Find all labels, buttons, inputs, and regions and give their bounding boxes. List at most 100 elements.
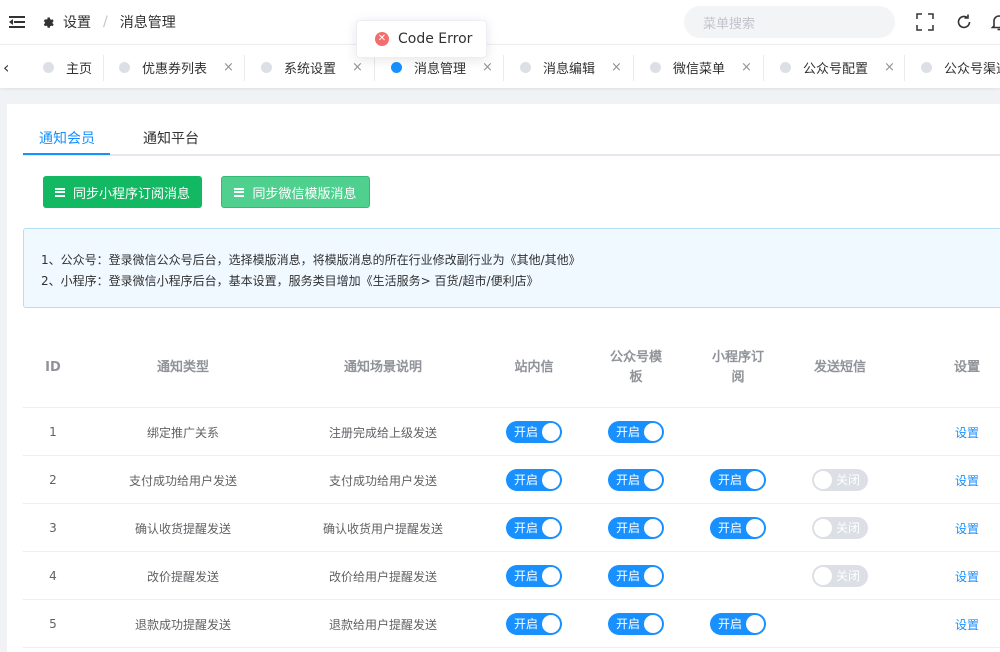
site-message-switch[interactable]: 开启 (506, 469, 562, 491)
mini-program-switch[interactable]: 开启 (710, 613, 766, 635)
cell-id: 5 (49, 617, 57, 631)
switch-knob (542, 471, 560, 489)
notification-table: ID 通知类型 通知场景说明 站内信 公众号模 板 小程序订 阅 发送短信 设置… (23, 328, 1000, 648)
setting-link[interactable]: 设置 (955, 520, 979, 537)
table-cell: 支付成功给用户发送 (283, 456, 483, 504)
tabs: 通知会员 通知平台 (23, 104, 1000, 156)
tag-dot-icon (780, 61, 791, 73)
close-icon[interactable]: × (223, 60, 234, 75)
tag-message-edit[interactable]: 消息编辑 × (520, 45, 622, 88)
table-body: 1 绑定推广关系 注册完成给上级发送 开启 开启 设置 2 支付成功给用户发送 支付成功给用户发… (23, 408, 1000, 648)
table-cell: 1 (23, 408, 83, 456)
close-icon[interactable]: × (741, 60, 752, 75)
sms-switch[interactable]: 关闭 (812, 517, 868, 539)
fullscreen-icon[interactable] (916, 13, 934, 31)
tag-label: 公众号配置 (803, 61, 869, 77)
site-message-switch[interactable]: 开启 (506, 565, 562, 587)
table-cell: 设置 (891, 408, 1000, 456)
table-cell: 开启 (483, 552, 585, 600)
official-account-switch[interactable]: 开启 (608, 613, 664, 635)
cell-id: 4 (49, 569, 57, 583)
tag-coupon-list[interactable]: 优惠券列表 × (119, 45, 234, 88)
official-account-switch[interactable]: 开启 (608, 421, 664, 443)
site-message-switch[interactable]: 开启 (506, 421, 562, 443)
table-cell: 关闭 (789, 552, 891, 600)
switch-label: 开启 (514, 521, 539, 535)
switch-knob (542, 519, 560, 537)
site-message-switch[interactable]: 开启 (506, 517, 562, 539)
tag-divider (763, 55, 764, 81)
table-cell: 改价给用户提醒发送 (283, 552, 483, 600)
list-icon (54, 187, 65, 197)
switch-knob (644, 471, 662, 489)
cell-type: 绑定推广关系 (146, 425, 219, 440)
cell-type: 支付成功给用户发送 (128, 473, 237, 488)
setting-link[interactable]: 设置 (955, 472, 979, 489)
menu-search-input[interactable]: 菜单搜索 (684, 6, 895, 38)
tag-wechat-menu[interactable]: 微信菜单 × (650, 45, 752, 88)
tag-label: 公众号渠道 (944, 61, 1000, 77)
switch-knob (746, 615, 764, 633)
close-icon[interactable]: × (482, 60, 493, 75)
table-cell: 开启 (483, 600, 585, 648)
close-icon[interactable]: × (884, 60, 895, 75)
site-message-switch[interactable]: 开启 (506, 613, 562, 635)
table-cell: 开启 (483, 408, 585, 456)
mini-program-switch[interactable]: 开启 (710, 469, 766, 491)
switch-knob (644, 615, 662, 633)
tab-notify-member[interactable]: 通知会员 (39, 128, 95, 148)
tag-dot-icon (43, 61, 54, 73)
official-account-switch[interactable]: 开启 (608, 469, 664, 491)
cell-type: 确认收货提醒发送 (134, 521, 231, 536)
tag-label: 系统设置 (284, 61, 337, 77)
sms-switch[interactable]: 关闭 (812, 469, 868, 491)
mini-program-switch[interactable]: 开启 (710, 517, 766, 539)
sync-mini-program-button[interactable]: 同步小程序订阅消息 (43, 176, 202, 208)
table-cell: 设置 (891, 600, 1000, 648)
switch-label: 开启 (718, 617, 743, 631)
header-mini-line1: 小程序订 (711, 350, 764, 365)
breadcrumb-settings[interactable]: 设置 (63, 12, 91, 32)
switch-label: 开启 (616, 569, 641, 583)
header-site-message: 站内信 (514, 360, 554, 375)
table-cell: 设置 (891, 456, 1000, 504)
tag-system-settings[interactable]: 系统设置 × (261, 45, 363, 88)
hamburger-menu-icon[interactable] (9, 15, 25, 29)
table-cell (789, 408, 891, 456)
switch-label: 开启 (514, 617, 539, 631)
table-row: 2 支付成功给用户发送 支付成功给用户发送 开启 开启 开启 关闭 设置 (23, 456, 1000, 504)
cell-desc: 支付成功给用户发送 (328, 473, 437, 488)
close-icon[interactable]: × (352, 60, 363, 75)
switch-label: 开启 (514, 425, 539, 439)
breadcrumb-separator: / (103, 14, 108, 30)
switch-label: 开启 (514, 473, 539, 487)
setting-link[interactable]: 设置 (955, 424, 979, 441)
setting-link[interactable]: 设置 (955, 568, 979, 585)
cell-id: 2 (49, 473, 57, 487)
bell-icon[interactable] (990, 13, 1000, 31)
table-row: 5 退款成功提醒发送 退款给用户提醒发送 开启 开启 开启 设置 (23, 600, 1000, 648)
table-cell: 确认收货用户提醒发送 (283, 504, 483, 552)
tag-official-account-config[interactable]: 公众号配置 × (780, 45, 895, 88)
tag-divider (503, 55, 504, 81)
sync-wechat-template-label: 同步微信模版消息 (252, 186, 357, 202)
official-account-switch[interactable]: 开启 (608, 517, 664, 539)
tag-home[interactable]: 主页 (43, 45, 92, 88)
table-cell: 开启 (585, 504, 687, 552)
tag-official-account-channel[interactable]: 公众号渠道 (921, 45, 1000, 88)
tag-dot-icon (261, 61, 272, 73)
table-cell: 确认收货提醒发送 (83, 504, 283, 552)
tab-notify-platform[interactable]: 通知平台 (143, 128, 199, 148)
header-id: ID (45, 360, 61, 375)
official-account-switch[interactable]: 开启 (608, 565, 664, 587)
refresh-icon[interactable] (955, 13, 973, 31)
table-cell (687, 408, 789, 456)
chevron-left-icon[interactable]: ‹ (3, 58, 9, 77)
close-icon[interactable]: × (611, 60, 622, 75)
table-cell: 开启 (687, 504, 789, 552)
main-card: 通知会员 通知平台 同步小程序订阅消息 同步微信模版消息 1、公众号：登录微信公… (7, 104, 1000, 652)
sms-switch[interactable]: 关闭 (812, 565, 868, 587)
sync-wechat-template-button[interactable]: 同步微信模版消息 (221, 176, 370, 208)
setting-link[interactable]: 设置 (955, 616, 979, 633)
tag-dot-icon (650, 61, 661, 73)
